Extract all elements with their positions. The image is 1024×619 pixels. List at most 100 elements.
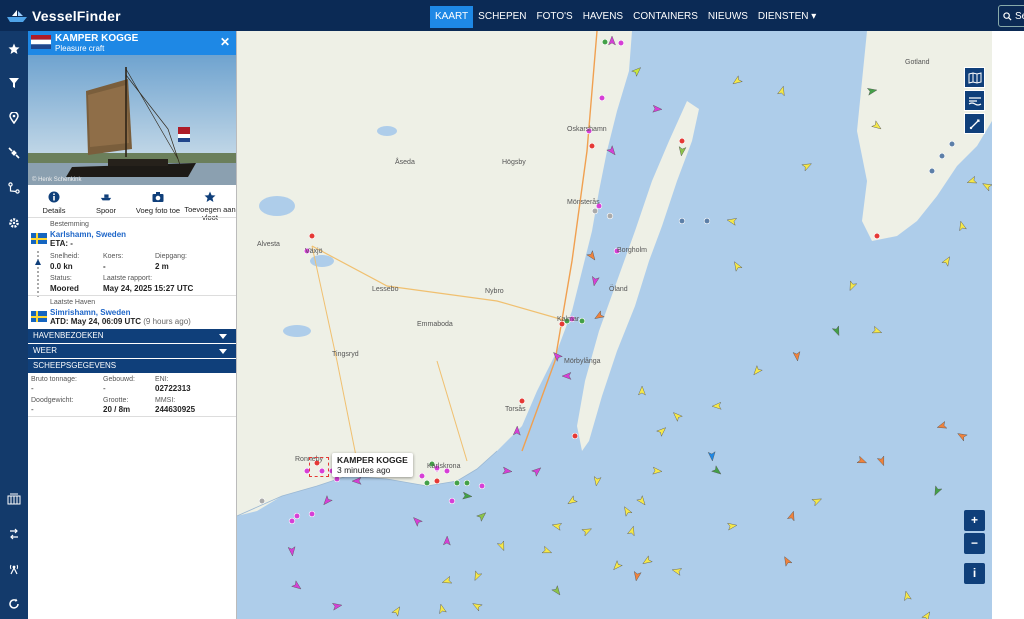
vessel-photo[interactable]: © Henk Schenkink [28, 55, 236, 185]
vessel-dot-marker[interactable] [308, 232, 316, 240]
ship-track-icon [100, 194, 112, 201]
vessel-dot-marker[interactable] [588, 142, 596, 150]
refresh-icon[interactable] [4, 594, 24, 614]
port-icon[interactable] [4, 489, 24, 509]
search-input[interactable]: Se [998, 5, 1024, 27]
info-icon [48, 191, 60, 203]
vessel-dot-marker[interactable] [598, 94, 606, 102]
vessel-dot-marker[interactable] [258, 497, 266, 505]
sync-route-icon[interactable] [4, 524, 24, 544]
nav-vessels[interactable]: SCHEPEN [473, 6, 531, 28]
vessel-dot-marker[interactable] [448, 497, 456, 505]
place-label-monsteras: Mönsterås [567, 199, 600, 206]
filter-icon[interactable] [4, 73, 24, 93]
vessel-dot-marker[interactable] [591, 207, 599, 215]
eni-value: 02722313 [155, 384, 191, 393]
speed-value: 0.0 kn [50, 262, 73, 271]
zoom-out-button[interactable]: − [964, 533, 985, 554]
vessel-dot-marker[interactable] [928, 167, 936, 175]
place-label-hogsby: Högsby [502, 159, 526, 166]
weather-accordion[interactable]: WEER [28, 344, 236, 358]
vessel-actions: Details Spoor Voeg foto toe Toevoegen aa… [28, 191, 236, 222]
add-photo-label: Voeg foto toe [135, 206, 181, 215]
vessel-dot-marker[interactable] [463, 479, 471, 487]
vessel-dot-marker[interactable] [571, 432, 579, 440]
map-base [237, 31, 992, 619]
course-value: - [103, 262, 106, 271]
vessel-dot-marker[interactable] [938, 152, 946, 160]
nav-containers[interactable]: CONTAINERS [628, 6, 703, 28]
vessel-panel: KAMPER KOGGE Pleasure craft ✕ © Henk Sch… [28, 31, 237, 619]
close-panel-button[interactable]: ✕ [220, 35, 230, 49]
vessel-dot-marker[interactable] [433, 477, 441, 485]
map-canvas[interactable]: Växjö Karlskrona Kalmar Öland Gotland Ny… [237, 31, 992, 619]
weather-layer-button[interactable] [964, 90, 985, 111]
last-port-link[interactable]: Simrishamn, Sweden [50, 308, 130, 317]
add-photo-button[interactable]: Voeg foto toe [132, 191, 184, 215]
camera-icon [152, 192, 164, 202]
gross-tonnage-label: Bruto tonnage: [31, 376, 77, 383]
vessel-dot-marker[interactable] [423, 479, 431, 487]
deadweight-value: - [31, 405, 34, 414]
track-button[interactable]: Spoor [80, 191, 132, 215]
vessel-dot-marker[interactable] [333, 475, 341, 483]
nav-photos[interactable]: FOTO'S [532, 6, 578, 28]
nav-ports[interactable]: HAVENS [578, 6, 628, 28]
vessel-dot-marker[interactable] [703, 217, 711, 225]
logo[interactable]: VesselFinder [6, 6, 121, 26]
map-info-button[interactable]: i [964, 563, 985, 584]
last-port-label: Laatste Haven [50, 299, 96, 306]
particulars-header[interactable]: SCHEEPSGEGEVENS [28, 359, 236, 373]
waves-icon [968, 96, 981, 106]
star-icon [204, 191, 216, 202]
speed-label: Snelheid: [50, 253, 80, 260]
vessel-type: Pleasure craft [55, 44, 105, 53]
destination-label: Bestemming [50, 221, 89, 228]
selected-vessel-marker[interactable] [309, 457, 329, 477]
flag-netherlands-icon [31, 35, 51, 49]
course-label: Koers: [103, 253, 124, 260]
vessel-dot-marker[interactable] [873, 232, 881, 240]
vessel-dot-marker[interactable] [478, 482, 486, 490]
destination-link[interactable]: Karlshamn, Sweden [50, 230, 126, 239]
vessel-dot-marker[interactable] [518, 397, 526, 405]
vessel-dot-marker[interactable] [617, 39, 625, 47]
port-calls-accordion[interactable]: HAVENBEZOEKEN [28, 329, 236, 343]
top-bar: VesselFinder KAART SCHEPEN FOTO'S HAVENS… [0, 0, 1024, 31]
mmsi-value: 244630925 [155, 405, 196, 414]
nav-services[interactable]: DIENSTEN ▾ [753, 6, 821, 28]
caret-down-icon: ▾ [811, 11, 817, 22]
track-label: Spoor [95, 206, 116, 215]
vessel-dot-marker[interactable] [948, 140, 956, 148]
built-label: Gebouwd: [103, 376, 135, 383]
vessel-dot-marker[interactable] [678, 137, 686, 145]
star-icon[interactable] [4, 39, 24, 59]
measure-tool-button[interactable] [964, 113, 985, 134]
vessel-dot-marker[interactable] [601, 38, 609, 46]
vessel-dot-marker[interactable] [678, 217, 686, 225]
place-label-alvesta: Alvesta [257, 241, 280, 248]
vessel-dot-marker[interactable] [293, 512, 301, 520]
vessel-dot-marker[interactable] [418, 472, 426, 480]
map-layers-button[interactable] [964, 67, 985, 88]
antenna-icon[interactable] [4, 559, 24, 579]
location-pin-icon[interactable] [4, 108, 24, 128]
gear-icon[interactable] [4, 213, 24, 233]
place-label-tingsryd: Tingsryd [332, 351, 359, 358]
atd-line: ATD: May 24, 06:09 UTC (9 hours ago) [50, 317, 191, 326]
place-label-vaxjo: Växjö [305, 248, 323, 255]
vessel-dot-marker[interactable] [288, 517, 296, 525]
zoom-in-button[interactable]: + [964, 510, 985, 531]
nav-news[interactable]: NIEUWS [703, 6, 753, 28]
vessel-dot-marker[interactable] [453, 479, 461, 487]
satellite-icon[interactable] [4, 143, 24, 163]
divider [28, 295, 236, 296]
nav-map[interactable]: KAART [430, 6, 474, 28]
size-label: Grootte: [103, 397, 129, 404]
vessel-dot-marker[interactable] [606, 212, 614, 220]
vessel-dot-marker[interactable] [578, 317, 586, 325]
details-button[interactable]: Details [28, 191, 80, 215]
vessel-header: KAMPER KOGGE Pleasure craft ✕ [28, 31, 236, 55]
vessel-dot-marker[interactable] [308, 510, 316, 518]
route-icon[interactable] [4, 178, 24, 198]
